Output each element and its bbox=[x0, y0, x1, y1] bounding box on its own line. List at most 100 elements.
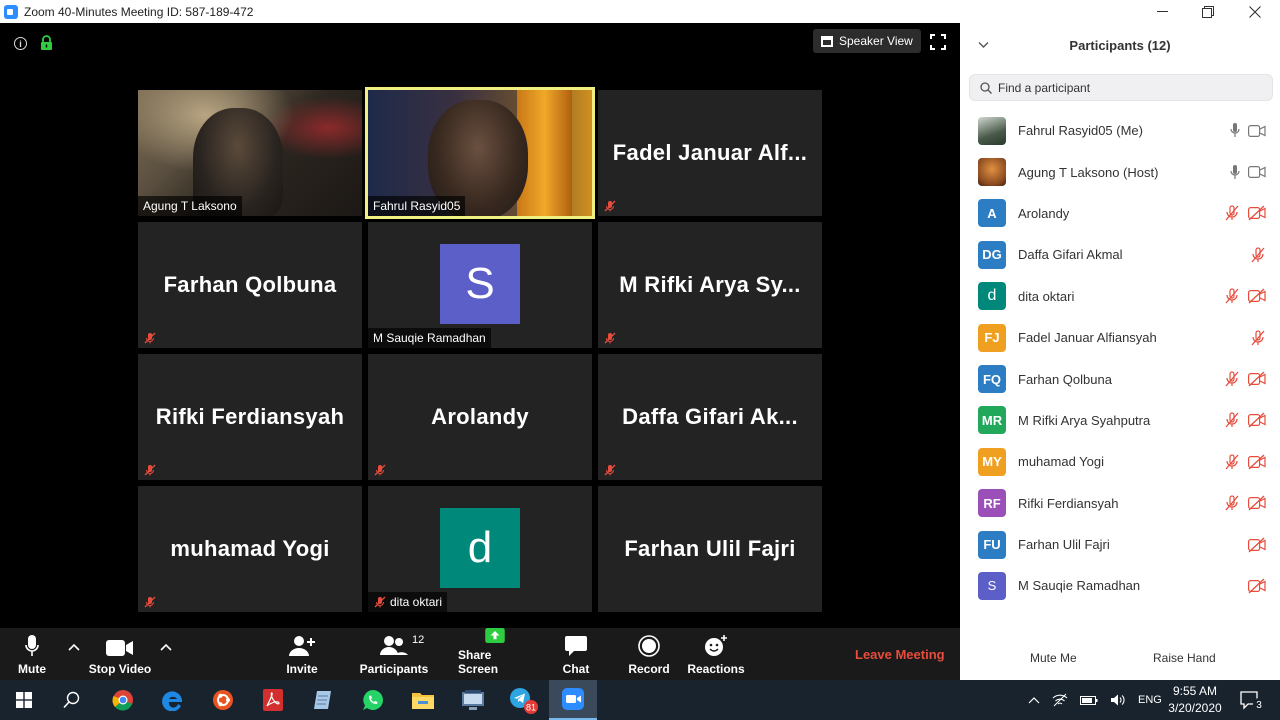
tile-big-name: Daffa Gifari Ak... bbox=[622, 404, 798, 429]
info-icon[interactable]: i bbox=[14, 37, 27, 50]
folder-icon bbox=[412, 693, 434, 709]
stop-video-button[interactable]: Stop Video bbox=[88, 628, 152, 680]
raise-hand-button[interactable]: Raise Hand bbox=[1143, 646, 1226, 670]
video-off-icon[interactable] bbox=[1248, 288, 1266, 304]
wifi-icon[interactable] bbox=[1052, 693, 1068, 707]
lock-icon[interactable] bbox=[40, 35, 53, 50]
mute-button[interactable]: Mute bbox=[14, 628, 50, 680]
list-item[interactable]: FU Farhan Ulil Fajri bbox=[960, 524, 1280, 565]
close-icon bbox=[1249, 5, 1261, 18]
video-off-icon[interactable] bbox=[1248, 537, 1266, 553]
mic-muted-icon[interactable] bbox=[1224, 205, 1240, 221]
microphone-icon[interactable] bbox=[1230, 164, 1240, 180]
mic-muted-icon[interactable] bbox=[1250, 247, 1266, 263]
mic-muted-icon[interactable] bbox=[1250, 330, 1266, 346]
reactions-button[interactable]: Reactions bbox=[687, 628, 745, 680]
list-item[interactable]: MY muhamad Yogi bbox=[960, 441, 1280, 482]
list-item[interactable]: S M Sauqie Ramadhan bbox=[960, 565, 1280, 606]
acrobat-taskbar-icon[interactable] bbox=[249, 680, 297, 720]
chat-button[interactable]: Chat bbox=[560, 628, 592, 680]
chrome-icon bbox=[112, 690, 133, 711]
chrome-taskbar-icon[interactable] bbox=[99, 680, 147, 720]
notes-taskbar-icon[interactable] bbox=[299, 680, 347, 720]
participant-search[interactable] bbox=[969, 74, 1273, 101]
mic-muted-icon bbox=[604, 332, 616, 344]
file-explorer-taskbar-icon[interactable] bbox=[399, 680, 447, 720]
video-camera-icon[interactable] bbox=[1248, 166, 1266, 179]
mic-muted-icon[interactable] bbox=[1224, 288, 1240, 304]
video-camera-icon[interactable] bbox=[1248, 124, 1266, 137]
microphone-icon[interactable] bbox=[1230, 123, 1240, 138]
minimize-button[interactable] bbox=[1139, 0, 1185, 23]
video-tile-fadel[interactable]: Fadel Januar Alf... bbox=[598, 90, 822, 216]
mic-muted-icon[interactable] bbox=[1224, 454, 1240, 470]
video-tile-fahrul[interactable]: Fahrul Rasyid05 bbox=[365, 87, 595, 219]
tile-big-name: Farhan Ulil Fajri bbox=[624, 536, 796, 561]
list-item[interactable]: FQ Farhan Qolbuna bbox=[960, 358, 1280, 399]
meeting-toolbar: Mute Stop Video Invite Participants 12 S… bbox=[0, 628, 960, 680]
list-item[interactable]: A Arolandy bbox=[960, 193, 1280, 234]
zoom-app-icon bbox=[4, 4, 18, 19]
share-screen-button[interactable]: Share Screen bbox=[458, 628, 532, 680]
telegram-taskbar-icon[interactable]: 81 bbox=[499, 680, 547, 720]
video-tile-rifki-arya[interactable]: M Rifki Arya Sy... bbox=[598, 222, 822, 348]
network-app-taskbar-icon[interactable] bbox=[449, 680, 497, 720]
action-center-button[interactable]: 3 bbox=[1228, 680, 1276, 720]
ubuntu-taskbar-icon[interactable] bbox=[199, 680, 247, 720]
close-button[interactable] bbox=[1232, 0, 1278, 23]
video-tile-yogi[interactable]: muhamad Yogi bbox=[138, 486, 362, 612]
invite-button[interactable]: Invite bbox=[280, 628, 324, 680]
list-item[interactable]: FJ Fadel Januar Alfiansyah bbox=[960, 317, 1280, 358]
video-tile-rifki-f[interactable]: Rifki Ferdiansyah bbox=[138, 354, 362, 480]
search-taskbar-button[interactable] bbox=[48, 680, 96, 720]
speaker-view-button[interactable]: Speaker View bbox=[813, 29, 921, 53]
list-item[interactable]: MR M Rifki Arya Syahputra bbox=[960, 400, 1280, 441]
edge-taskbar-icon[interactable] bbox=[149, 680, 197, 720]
language-indicator[interactable]: ENG bbox=[1138, 694, 1162, 706]
video-tile-farhan-q[interactable]: Farhan Qolbuna bbox=[138, 222, 362, 348]
mic-muted-icon[interactable] bbox=[1224, 412, 1240, 428]
video-tile-agung[interactable]: Agung T Laksono bbox=[138, 90, 362, 216]
video-off-icon[interactable] bbox=[1248, 454, 1266, 470]
video-off-icon[interactable] bbox=[1248, 412, 1266, 428]
mic-muted-icon[interactable] bbox=[1224, 495, 1240, 511]
chevron-up-icon[interactable] bbox=[1028, 696, 1040, 704]
video-tile-dita[interactable]: d dita oktari bbox=[368, 486, 592, 612]
list-item[interactable]: Agung T Laksono (Host) bbox=[960, 151, 1280, 192]
avatar: MR bbox=[978, 406, 1006, 435]
zoom-taskbar-icon[interactable] bbox=[549, 680, 597, 720]
video-tile-farhan-u[interactable]: Farhan Ulil Fajri bbox=[598, 486, 822, 612]
list-item[interactable]: Fahrul Rasyid05 (Me) bbox=[960, 110, 1280, 151]
video-options-caret-icon[interactable] bbox=[159, 642, 173, 652]
audio-options-caret-icon[interactable] bbox=[67, 642, 81, 652]
video-tile-sauqie[interactable]: S M Sauqie Ramadhan bbox=[368, 222, 592, 348]
participant-name: Daffa Gifari Akmal bbox=[1018, 247, 1123, 263]
mic-muted-icon[interactable] bbox=[1224, 371, 1240, 387]
list-item[interactable]: DG Daffa Gifari Akmal bbox=[960, 234, 1280, 275]
search-icon bbox=[63, 691, 80, 709]
leave-meeting-button[interactable]: Leave Meeting bbox=[855, 647, 945, 662]
video-tile-arolandy[interactable]: Arolandy bbox=[368, 354, 592, 480]
battery-icon[interactable] bbox=[1080, 694, 1098, 706]
video-off-icon[interactable] bbox=[1248, 495, 1266, 511]
avatar: FJ bbox=[978, 323, 1006, 352]
start-button[interactable] bbox=[0, 680, 48, 720]
record-button[interactable]: Record bbox=[628, 628, 670, 680]
participant-name: M Rifki Arya Syahputra bbox=[1018, 412, 1151, 428]
windows-logo-icon bbox=[16, 692, 32, 708]
restore-button[interactable] bbox=[1185, 0, 1231, 23]
whatsapp-taskbar-icon[interactable] bbox=[349, 680, 397, 720]
video-off-icon[interactable] bbox=[1248, 205, 1266, 221]
video-off-icon[interactable] bbox=[1248, 371, 1266, 387]
fullscreen-icon[interactable] bbox=[930, 34, 946, 50]
taskbar-clock[interactable]: 9:55 AM 3/20/2020 bbox=[1160, 683, 1230, 717]
video-tile-daffa[interactable]: Daffa Gifari Ak... bbox=[598, 354, 822, 480]
volume-icon[interactable] bbox=[1110, 693, 1126, 707]
mute-me-button[interactable]: Mute Me bbox=[1020, 646, 1087, 670]
avatar: S bbox=[440, 244, 520, 324]
video-off-icon[interactable] bbox=[1248, 578, 1266, 594]
list-item[interactable]: RF Rifki Ferdiansyah bbox=[960, 483, 1280, 524]
whatsapp-icon bbox=[363, 690, 383, 710]
list-item[interactable]: d dita oktari bbox=[960, 276, 1280, 317]
search-input[interactable] bbox=[998, 80, 1248, 95]
